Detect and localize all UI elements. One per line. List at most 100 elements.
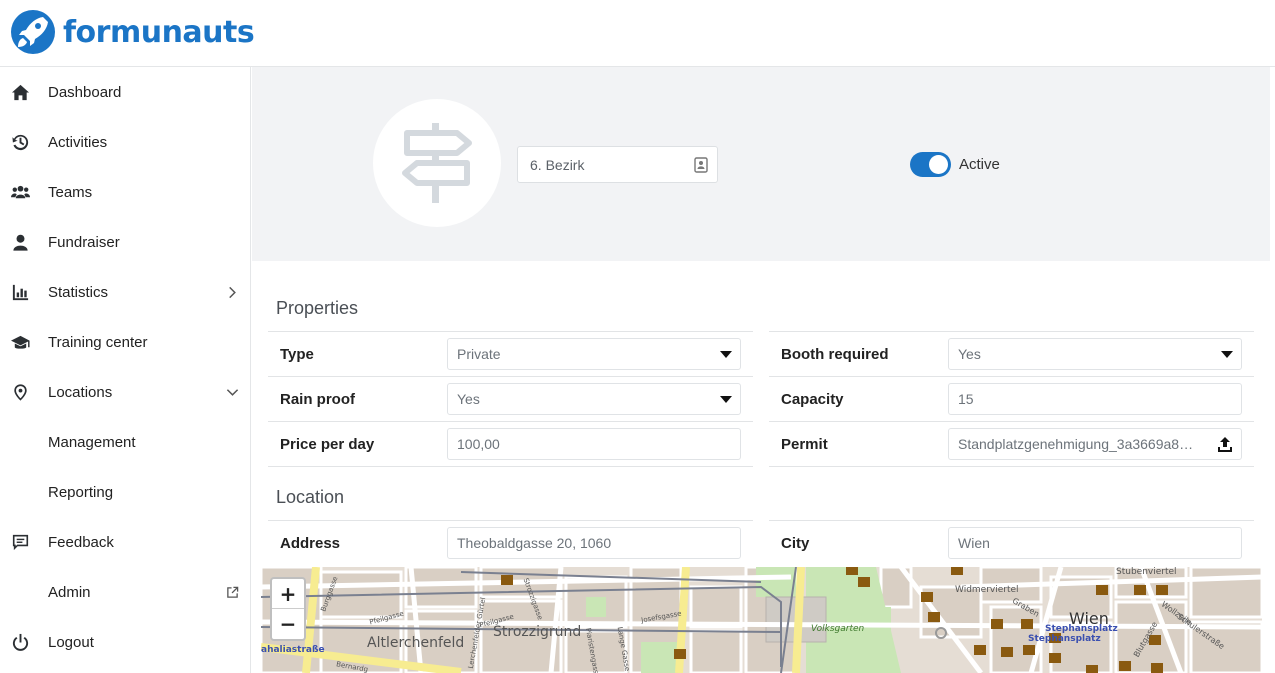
power-icon (10, 632, 30, 652)
sidebar-item-label: Training center (48, 333, 148, 351)
map-label-stubenviertel: Stubenviertel (1116, 567, 1177, 577)
zoom-in-button[interactable]: + (272, 579, 304, 609)
location-map[interactable]: Altlerchenfeld Strozzigrund Volksgarten … (261, 567, 1262, 673)
price-per-day-label: Price per day (280, 436, 375, 453)
rain-proof-value: Yes (457, 391, 480, 407)
sidebar-item-label: Dashboard (48, 83, 122, 101)
sidebar-item-teams[interactable]: Teams (0, 167, 251, 217)
chart-icon (10, 282, 30, 302)
app-header: formunauts (0, 0, 1275, 67)
price-per-day-row: Price per day 100,00 (268, 421, 753, 467)
sidebar-item-locations[interactable]: Locations (0, 367, 251, 417)
sidebar-item-label: Locations (48, 383, 113, 401)
graduation-cap-icon (10, 332, 30, 352)
map-pin-icon (10, 382, 30, 402)
map-label-widmerviertel: Widmerviertel (955, 585, 1019, 595)
sidebar-item-label: Logout (48, 633, 94, 651)
city-input[interactable]: Wien (948, 527, 1242, 559)
capacity-value: 15 (958, 391, 974, 407)
price-per-day-value: 100,00 (457, 436, 500, 452)
sidebar-item-label: Management (48, 433, 136, 451)
toggle-knob (929, 155, 948, 174)
map-label-volksgarten: Volksgarten (811, 624, 865, 634)
sidebar-item-dashboard[interactable]: Dashboard (0, 67, 251, 117)
booth-required-value: Yes (958, 346, 981, 362)
sidebar-item-training-center[interactable]: Training center (0, 317, 251, 367)
brand-name: formunauts (63, 14, 255, 50)
type-select[interactable]: Private (447, 338, 741, 370)
map-tiles (261, 567, 1262, 673)
contact-card-icon (694, 157, 708, 173)
booth-required-label: Booth required (781, 346, 889, 363)
feedback-icon (10, 532, 30, 552)
address-value: Theobaldgasse 20, 1060 (457, 535, 612, 551)
booth-required-row: Booth required Yes (769, 331, 1254, 376)
sidebar-item-label: Statistics (48, 283, 109, 301)
city-label: City (781, 535, 810, 552)
caret-down-icon (720, 396, 732, 403)
type-value: Private (457, 346, 501, 362)
active-toggle[interactable] (910, 152, 951, 177)
sidebar-item-admin[interactable]: Admin (0, 567, 251, 617)
price-per-day-input[interactable]: 100,00 (447, 428, 741, 460)
sidebar-item-label: Fundraiser (48, 233, 120, 251)
permit-row: Permit Standplatzgenehmigung_3a3669a8… (769, 421, 1254, 467)
signpost-icon (402, 123, 472, 203)
chevron-right-icon (225, 285, 239, 299)
sidebar-item-label: Reporting (48, 483, 114, 501)
sidebar-item-logout[interactable]: Logout (0, 617, 251, 667)
sidebar: Dashboard Activities Teams Fundraiser St… (0, 67, 251, 673)
location-name-value: 6. Bezirk (530, 156, 585, 173)
properties-title: Properties (276, 298, 359, 318)
city-row: City Wien (769, 520, 1254, 565)
rain-proof-select[interactable]: Yes (447, 383, 741, 415)
map-zoom-control: + − (270, 577, 306, 641)
upload-icon[interactable] (1216, 436, 1234, 454)
map-label-stephansplatz-2: Stephansplatz (1028, 634, 1101, 644)
type-label: Type (280, 346, 314, 363)
address-input[interactable]: Theobaldgasse 20, 1060 (447, 527, 741, 559)
booth-required-select[interactable]: Yes (948, 338, 1242, 370)
permit-label: Permit (781, 436, 828, 453)
map-label-halsstrasse: ahaliastraße (261, 645, 325, 655)
sidebar-item-label: Teams (48, 183, 93, 201)
city-value: Wien (958, 535, 990, 551)
active-label: Active (959, 156, 1000, 173)
sidebar-item-reporting[interactable]: Reporting (0, 467, 251, 517)
location-header: 6. Bezirk Active (252, 67, 1270, 261)
location-name-input[interactable]: 6. Bezirk (517, 146, 718, 183)
rain-proof-row: Rain proof Yes (268, 376, 753, 421)
zoom-out-button[interactable]: − (272, 609, 304, 639)
capacity-row: Capacity 15 (769, 376, 1254, 421)
sidebar-item-statistics[interactable]: Statistics (0, 267, 251, 317)
home-icon (10, 82, 30, 102)
sidebar-item-management[interactable]: Management (0, 417, 251, 467)
user-icon (10, 232, 30, 252)
rain-proof-label: Rain proof (280, 391, 355, 408)
main-content: 6. Bezirk Active Properties Type Private… (252, 67, 1270, 673)
sidebar-item-feedback[interactable]: Feedback (0, 517, 251, 567)
rocket-logo-icon (11, 10, 55, 54)
caret-down-icon (720, 351, 732, 358)
capacity-input[interactable]: 15 (948, 383, 1242, 415)
sidebar-item-fundraiser[interactable]: Fundraiser (0, 217, 251, 267)
caret-down-icon (1221, 351, 1233, 358)
external-link-icon (225, 585, 239, 599)
brand-logo[interactable]: formunauts (10, 9, 255, 55)
location-avatar[interactable] (373, 99, 501, 227)
users-icon (10, 182, 30, 202)
location-title: Location (276, 487, 345, 507)
sidebar-item-label: Activities (48, 133, 108, 151)
chevron-down-icon (225, 385, 239, 399)
permit-file-input[interactable]: Standplatzgenehmigung_3a3669a8… (948, 428, 1242, 460)
address-row: Address Theobaldgasse 20, 1060 (268, 520, 753, 565)
permit-filename: Standplatzgenehmigung_3a3669a8… (958, 436, 1194, 452)
history-icon (10, 132, 30, 152)
sidebar-item-label: Admin (48, 583, 91, 601)
address-label: Address (280, 535, 341, 552)
map-label-altlerchenfeld: Altlerchenfeld (367, 635, 465, 651)
sidebar-item-activities[interactable]: Activities (0, 117, 251, 167)
map-label-stephansplatz-1: Stephansplatz (1045, 624, 1118, 634)
map-label-strozzigrund: Strozzigrund (493, 624, 582, 640)
type-row: Type Private (268, 331, 753, 376)
